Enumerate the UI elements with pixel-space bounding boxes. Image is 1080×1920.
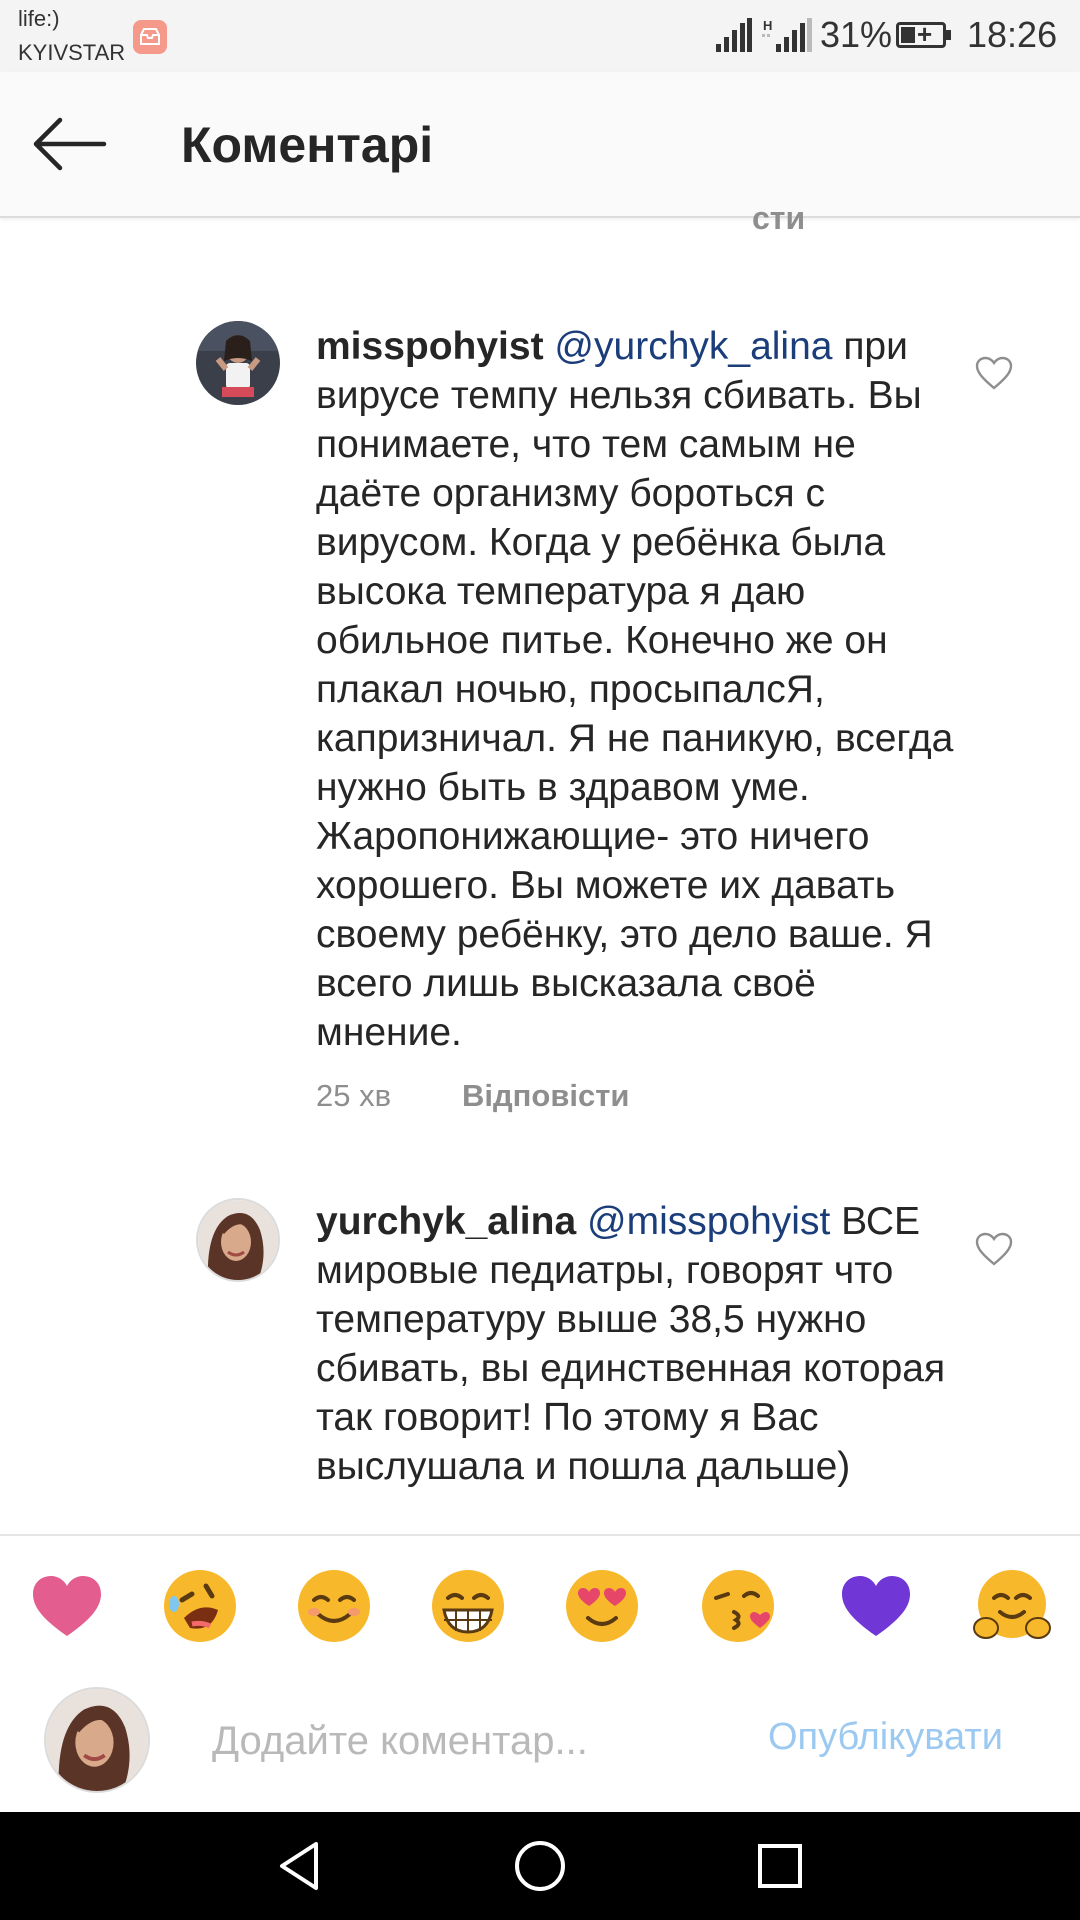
comment-mention[interactable]: @yurchyk_alina	[554, 325, 832, 368]
smiling-face-icon[interactable]	[294, 1566, 374, 1646]
carrier-primary: life:)	[18, 6, 60, 31]
reply-button[interactable]: Відповісти	[462, 1078, 630, 1114]
top-app-bar: Коментарі	[0, 72, 1080, 218]
signal-h-icon: H	[762, 18, 812, 52]
current-user-avatar	[44, 1687, 150, 1793]
comment-composer: Опублікувати	[0, 1668, 1080, 1812]
back-triangle-icon[interactable]	[270, 1836, 330, 1896]
publish-button[interactable]: Опублікувати	[768, 1716, 1003, 1759]
avatar[interactable]	[196, 1198, 280, 1282]
like-button[interactable]	[974, 1231, 1014, 1267]
back-button[interactable]	[30, 112, 110, 176]
comment-username[interactable]: yurchyk_alina	[316, 1200, 576, 1243]
purple-heart-icon[interactable]	[836, 1566, 916, 1646]
heart-eyes-face-icon[interactable]	[562, 1566, 642, 1646]
rolling-laughing-face-icon[interactable]	[160, 1566, 240, 1646]
recents-square-icon[interactable]	[750, 1836, 810, 1896]
heart-outline-icon	[975, 356, 1013, 390]
comment-mention[interactable]: @misspohyist	[587, 1200, 830, 1243]
kissing-face-icon[interactable]	[698, 1566, 778, 1646]
comment-username[interactable]: misspohyist	[316, 325, 544, 368]
comment-timestamp: 25 хв	[316, 1078, 392, 1113]
page-title: Коментарі	[181, 117, 434, 173]
pink-heart-icon[interactable]	[27, 1566, 107, 1646]
notification-badge-icon	[133, 20, 167, 54]
clock: 18:26	[967, 14, 1058, 55]
battery-tip	[946, 30, 951, 40]
comment-body: misspohyist @yurchyk_alina при вирусе те…	[316, 322, 956, 1057]
comment-text: при вирусе темпу нельзя сбивать. Вы пони…	[316, 325, 954, 1054]
system-nav-bar	[0, 1812, 1080, 1920]
arrow-left-icon	[33, 117, 107, 171]
clipped-text-fragment: сти	[752, 200, 806, 236]
grinning-face-icon[interactable]	[428, 1566, 508, 1646]
comment-body: yurchyk_alina @misspohyist ВСЕ мировые п…	[316, 1197, 956, 1491]
comment-input[interactable]	[210, 1708, 754, 1774]
hugging-face-icon[interactable]	[972, 1566, 1052, 1646]
home-circle-icon[interactable]	[510, 1836, 570, 1896]
battery-charging-icon: +	[896, 19, 946, 49]
carrier-secondary: KYIVSTAR	[18, 40, 126, 65]
avatar[interactable]	[196, 321, 280, 405]
comment-text: ВСЕ мировые педиатры, говорят что темпер…	[316, 1200, 946, 1488]
signal-icon	[716, 18, 752, 52]
battery-percent: 31%	[820, 14, 893, 55]
emoji-quick-bar	[0, 1534, 1080, 1670]
status-bar: life:) KYIVSTAR H 31% + 18:26	[0, 0, 1080, 72]
like-button[interactable]	[974, 355, 1014, 391]
network-type-label: H	[763, 18, 772, 33]
heart-outline-icon	[975, 1232, 1013, 1266]
